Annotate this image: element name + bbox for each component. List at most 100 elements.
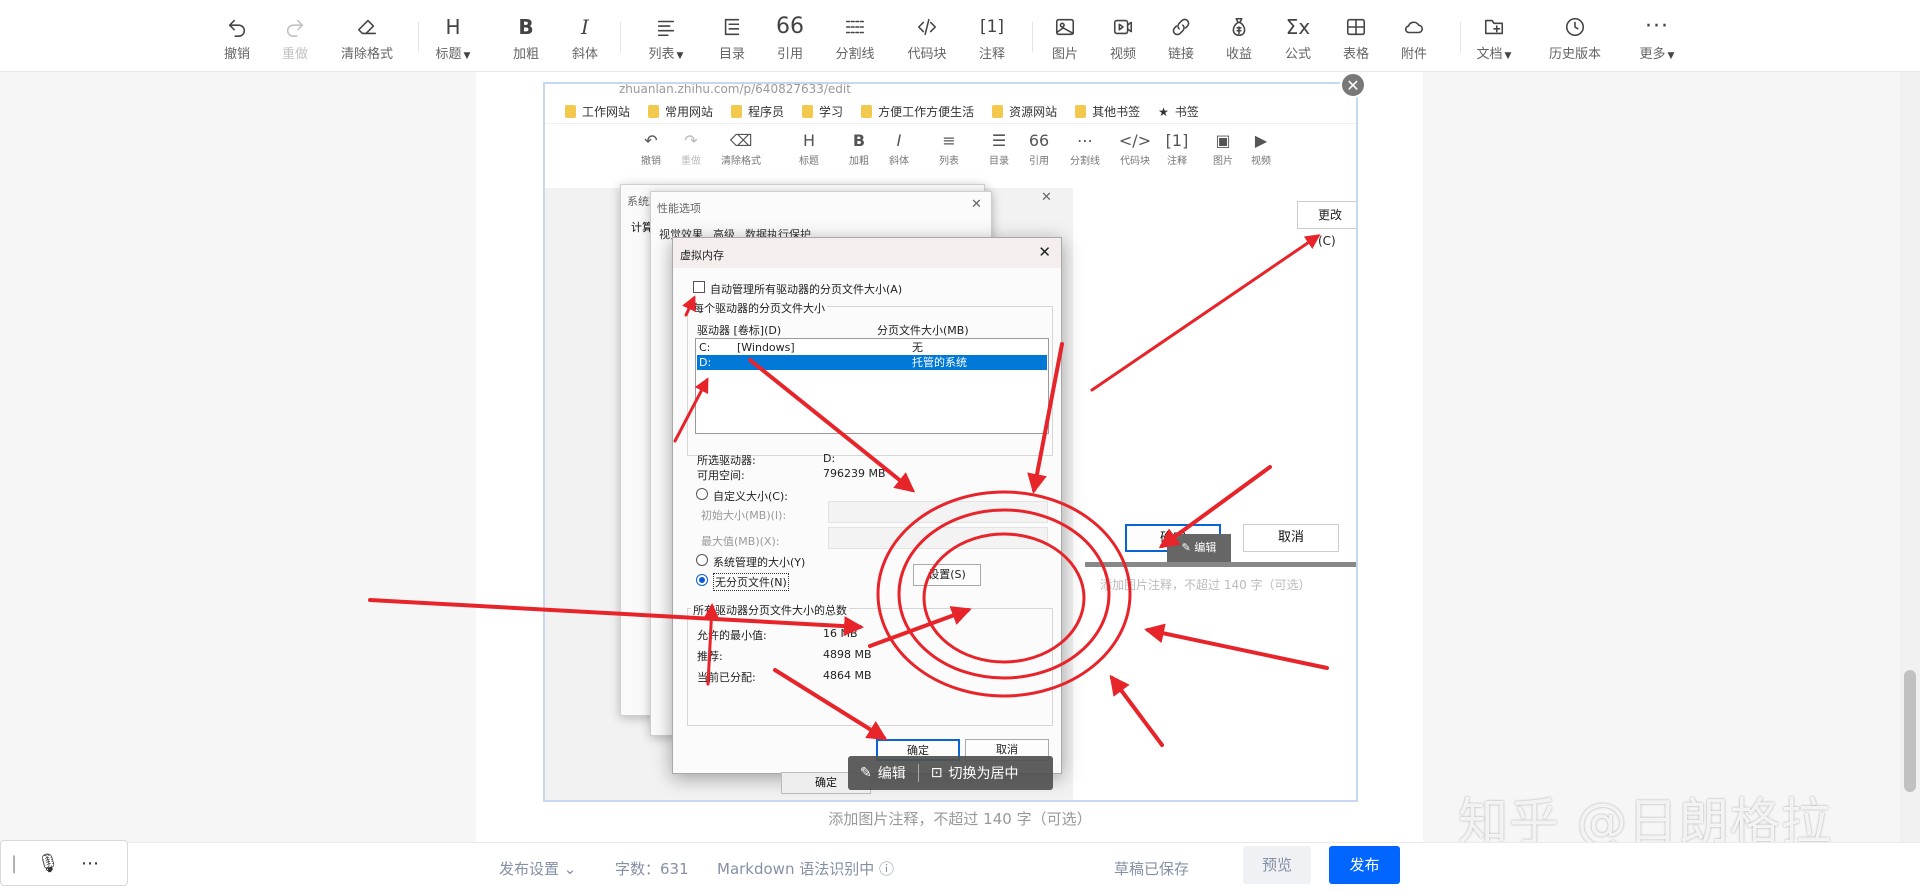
back-edit-label: 编辑 [1194, 541, 1217, 554]
no-paging-label: 无分页文件(N) [713, 573, 789, 591]
bookmark-item: 资源网站 [992, 103, 1057, 120]
folder-icon [731, 105, 743, 118]
video-button[interactable]: 视频 [1091, 14, 1155, 62]
help-icon[interactable]: ⓘ [879, 860, 894, 878]
image-caption-input[interactable]: 添加图片注释，不超过 140 字（可选） [660, 808, 1260, 829]
bookmark-label: 程序员 [748, 105, 785, 119]
undo-button[interactable]: 撤销 [205, 14, 269, 62]
code-icon [916, 14, 938, 40]
video-icon [1112, 14, 1134, 40]
allocated-label: 当前已分配: [697, 671, 756, 684]
list-label: 列表 [648, 47, 675, 62]
close-icon: ✕ [971, 197, 982, 212]
center-toggle-button[interactable]: ⊡ 切换为居中 [919, 763, 1031, 783]
selected-drive-label: 所选驱动器: [697, 454, 756, 467]
scrollbar-thumb[interactable] [1904, 670, 1916, 792]
no-paging-radio [696, 574, 708, 586]
document-button[interactable]: 文档 ▼ [1462, 14, 1526, 62]
min-allowed-label: 允许的最小值: [697, 629, 767, 642]
screenshot-toolbar-item: ⋯ 分割线 [1070, 131, 1100, 168]
screenshot-toolbar-item: ⌫ 清除格式 [721, 131, 761, 168]
draft-status: 草稿已保存 [1114, 860, 1190, 878]
divider-button[interactable]: 分割线 [823, 14, 887, 62]
drive-letter: C: [699, 341, 711, 354]
caret-down-icon: ▼ [676, 51, 684, 61]
divider-icon [844, 14, 866, 40]
free-space-label: 可用空间: [697, 469, 745, 482]
publish-button[interactable]: 发布 [1329, 846, 1400, 884]
folder-icon [648, 105, 660, 118]
bold-icon: B [852, 131, 866, 150]
more-label: 更多 [1639, 47, 1666, 62]
bookmark-item: 工作网站 [565, 103, 630, 120]
drag-handle-icon[interactable]: | [1, 853, 27, 874]
center-toggle-label: 切换为居中 [948, 766, 1019, 782]
redo-icon [284, 14, 306, 40]
back-caption: 添加图片注释，不超过 140 字（可选） [1100, 578, 1311, 592]
recommended-value: 4898 MB [823, 648, 872, 661]
quote-button[interactable]: 66 引用 [758, 14, 822, 63]
list-button[interactable]: 列表 ▼ [634, 14, 698, 62]
heading-label: 标题 [435, 47, 462, 62]
publish-settings-dropdown[interactable]: 发布设置 ⌄ [499, 858, 576, 879]
remove-image-button[interactable]: ✕ [1340, 72, 1366, 98]
bold-button[interactable]: B 加粗 [494, 14, 558, 62]
screenshot-toolbar-item: </> 代码块 [1118, 131, 1152, 168]
word-count: 字数：631 [615, 860, 689, 878]
sigma-icon: Σx [1285, 15, 1311, 39]
total-group [687, 608, 1053, 726]
history-button[interactable]: 历史版本 [1543, 14, 1607, 62]
allocated-value: 4864 MB [823, 669, 872, 682]
more-dots-icon[interactable]: ⋯ [69, 853, 111, 874]
set-button: 设置(S) [913, 564, 981, 586]
screenshot-url: zhuanlan.zhihu.com/p/640827633/edit [545, 84, 1356, 98]
scrollbar[interactable] [1900, 72, 1920, 842]
microphone-icon[interactable]: 🎙 [27, 853, 69, 874]
link-icon [1170, 14, 1192, 40]
image-button[interactable]: 图片 [1033, 14, 1097, 62]
more-button[interactable]: ··· 更多 ▼ [1625, 14, 1689, 63]
column-header-drive: 驱动器 [卷标](D) [697, 324, 782, 337]
preview-button[interactable]: 预览 [1243, 846, 1311, 884]
min-allowed-value: 16 MB [823, 627, 858, 640]
close-icon: ✕ [1346, 75, 1360, 95]
table-button[interactable]: 表格 [1324, 14, 1388, 62]
image-edit-bar: ✎ 编辑 ⊡ 切换为居中 [848, 756, 1053, 790]
eraser-icon [356, 14, 378, 40]
earnings-button[interactable]: 收益 [1207, 14, 1271, 62]
close-icon: ✕ [1038, 243, 1051, 261]
screenshot-toolbar-item: ↷ 重做 [681, 131, 701, 168]
screenshot-toolbar-item: ▶ 视频 [1251, 131, 1271, 168]
image-icon: ▣ [1215, 131, 1231, 150]
dialog-title: 性能选项 [657, 202, 701, 215]
group-title: 每个驱动器的分页文件大小 [691, 300, 827, 316]
toc-button[interactable]: 目录 [700, 14, 764, 62]
footnote-icon: [1] [979, 16, 1005, 37]
code-block-button[interactable]: 代码块 [895, 14, 959, 62]
quote-icon: 66 [776, 14, 804, 39]
screenshot-panel [1073, 188, 1356, 800]
markdown-status-label: Markdown 语法识别中 [717, 860, 875, 878]
attachment-button[interactable]: 附件 [1382, 14, 1446, 62]
formula-button[interactable]: Σx 公式 [1266, 14, 1330, 62]
image-edit-button[interactable]: ✎ 编辑 [848, 763, 918, 783]
heading-button[interactable]: H 标题 ▼ [421, 14, 485, 62]
max-size-label: 最大值(MB)(X): [701, 535, 780, 548]
selected-drive-value: D: [823, 452, 836, 465]
heading-icon: H [802, 131, 816, 150]
brush-icon: ✎ [860, 765, 872, 781]
italic-button[interactable]: I 斜体 [553, 14, 617, 62]
max-size-input [828, 527, 1048, 549]
screenshot-toolbar-item: I 斜体 [889, 131, 909, 168]
folder-icon [565, 105, 576, 118]
table-icon [1345, 14, 1367, 40]
link-button[interactable]: 链接 [1149, 14, 1213, 62]
redo-button[interactable]: 重做 [263, 14, 327, 62]
list-icon [655, 14, 677, 40]
screenshot-toolbar-item: [1] 注释 [1165, 131, 1189, 168]
clear-format-button[interactable]: 清除格式 [335, 14, 399, 62]
note-button[interactable]: [1] 注释 [960, 14, 1024, 62]
recommended-label: 推荐: [697, 650, 723, 663]
article-image[interactable]: zhuanlan.zhihu.com/p/640827633/edit 工作网站… [543, 82, 1358, 802]
align-center-icon: ⊡ [930, 765, 943, 781]
